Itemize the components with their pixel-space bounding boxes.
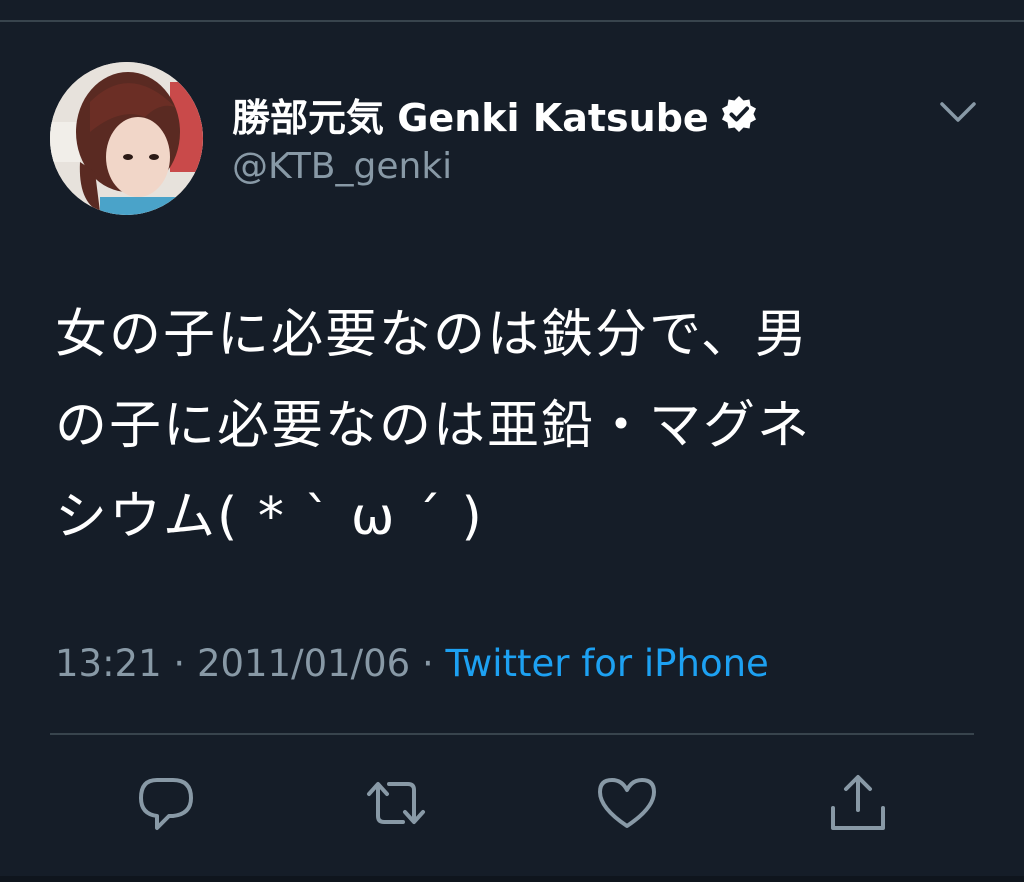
author-name-row[interactable]: 勝部元気 Genki Katsube — [232, 88, 759, 140]
tweet-date[interactable]: 2011/01/06 — [197, 642, 410, 685]
tweet-time[interactable]: 13:21 — [55, 642, 162, 685]
user-handle[interactable]: @KTB_genki — [232, 146, 452, 187]
avatar-image — [50, 62, 203, 215]
tweet-meta: 13:21 · 2011/01/06 · Twitter for iPhone — [55, 642, 769, 685]
tweet-source-link[interactable]: Twitter for iPhone — [446, 642, 769, 685]
like-icon[interactable] — [594, 770, 660, 836]
verified-badge-icon — [721, 96, 756, 132]
actions-divider — [50, 733, 974, 735]
reply-icon[interactable] — [133, 770, 199, 836]
tweet-text: 女の子に必要なのは鉄分で、男 の子に必要なのは亜鉛・マグネ シウム( * ˋ ω… — [55, 305, 812, 547]
meta-separator: · — [173, 642, 186, 685]
retweet-icon[interactable] — [363, 770, 429, 836]
top-divider — [0, 20, 1024, 22]
display-name[interactable]: 勝部元気 Genki Katsube — [232, 87, 709, 142]
share-icon[interactable] — [825, 770, 891, 836]
bottom-edge — [0, 876, 1024, 882]
avatar[interactable] — [50, 62, 203, 215]
meta-separator: · — [421, 642, 434, 685]
chevron-down-icon[interactable] — [936, 94, 980, 130]
